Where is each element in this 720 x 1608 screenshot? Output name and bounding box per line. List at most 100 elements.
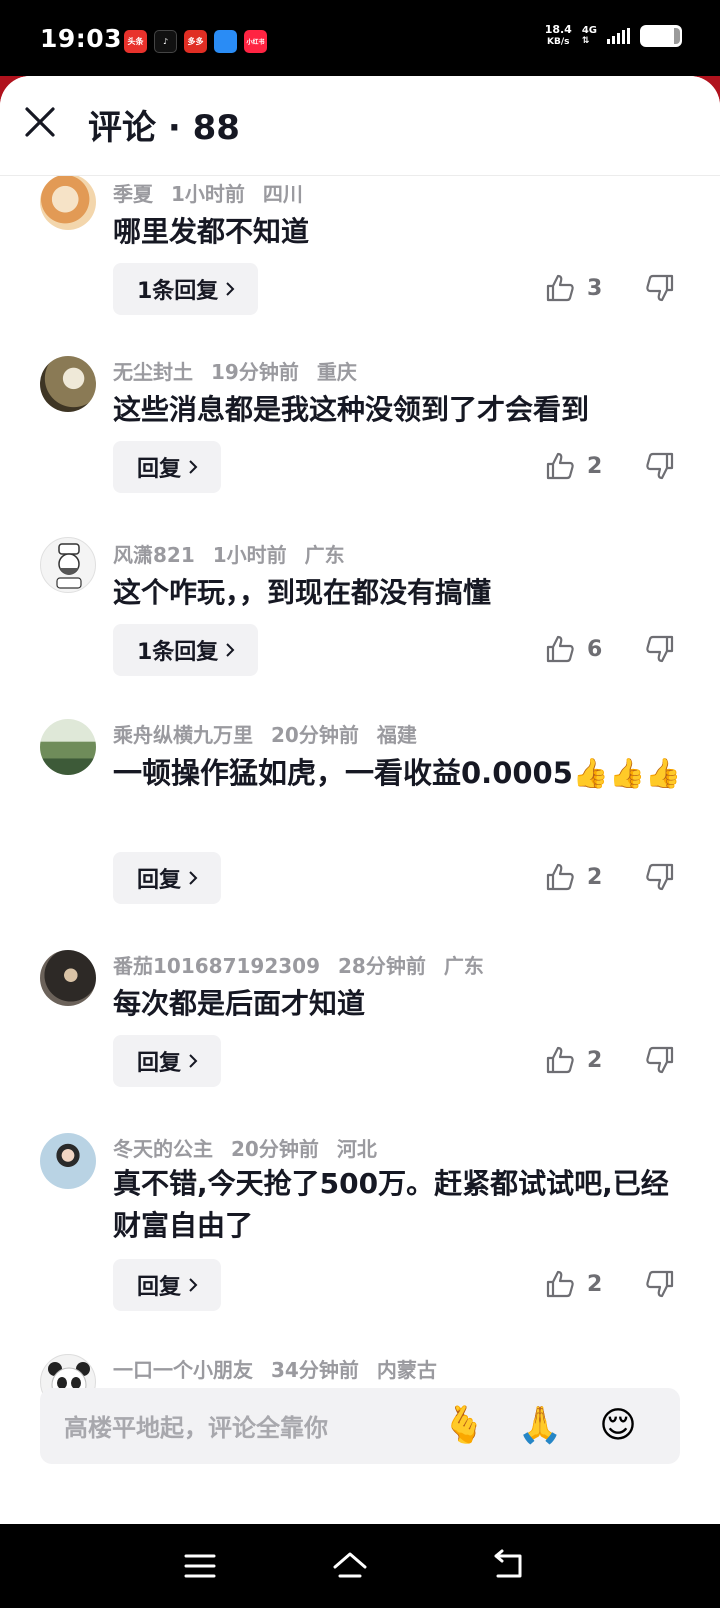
comment-time: 20分钟前 <box>271 723 359 747</box>
comment-text: 这些消息都是我这种没领到了才会看到 <box>113 393 590 426</box>
thumbs-down-icon[interactable] <box>645 634 675 664</box>
thumbs-down-icon[interactable] <box>645 1269 675 1299</box>
comment-username[interactable]: 一口一个小朋友 <box>113 1358 253 1382</box>
comment-sheet: 评论 · 88 季夏 1小时前 四川 哪里发都不知道 1条回复 3 无尘封土 19分钟… <box>0 76 720 1524</box>
avatar[interactable] <box>40 719 96 775</box>
thumbs-down-icon[interactable] <box>645 1045 675 1075</box>
avatar[interactable] <box>40 176 96 230</box>
home-icon[interactable] <box>330 1546 370 1586</box>
comment-meta: 季夏 1小时前 四川 <box>113 178 303 207</box>
reply-label: 1条回复 <box>137 640 219 665</box>
like-button[interactable]: 2 <box>545 1269 602 1299</box>
thumbs-up-icon <box>546 863 574 891</box>
reply-label: 1条回复 <box>137 279 219 304</box>
comment-time: 1小时前 <box>171 182 245 206</box>
comment-time: 19分钟前 <box>211 360 299 384</box>
comment-username[interactable]: 冬天的公主 <box>113 1137 213 1161</box>
like-count: 2 <box>587 1047 603 1073</box>
comment-location: 福建 <box>376 723 417 747</box>
comment-meta: 番茄101687192309 28分钟前 广东 <box>113 950 484 979</box>
like-count: 2 <box>587 453 603 479</box>
browser-app-icon <box>214 30 237 53</box>
thumbs-up-icon <box>546 1270 574 1298</box>
like-count: 2 <box>587 1271 603 1297</box>
pray-emoji-icon[interactable]: 🙏 <box>516 1402 564 1450</box>
comment-username[interactable]: 无尘封土 <box>113 360 193 384</box>
comment-text: 哪里发都不知道 <box>113 215 310 248</box>
comment-location: 重庆 <box>316 360 357 384</box>
network-type-label: 4G <box>581 25 597 36</box>
cartoon-chef-avatar-icon <box>56 543 82 589</box>
comment-username[interactable]: 乘舟纵横九万里 <box>113 723 253 747</box>
like-button[interactable]: 2 <box>545 862 602 892</box>
comment-count-title: 评论 · 88 <box>88 108 240 148</box>
reply-button[interactable]: 回复 <box>113 441 222 493</box>
reply-label: 回复 <box>137 1275 182 1300</box>
reply-button[interactable]: 回复 <box>113 1035 222 1087</box>
thumbs-up-icon <box>546 274 574 302</box>
comment-username[interactable]: 番茄101687192309 <box>113 954 320 978</box>
comment-time: 34分钟前 <box>271 1358 359 1382</box>
comment-time: 1小时前 <box>212 543 287 567</box>
network-speed-value: 18.4 <box>544 23 572 36</box>
comment-text: 这个咋玩，，到现在都没有搞懂 <box>113 576 492 609</box>
like-button[interactable]: 3 <box>545 273 602 303</box>
chevron-right-icon <box>189 1054 198 1068</box>
status-bar: 19:03 头条 ♪ 多多 小红书 18.4 KB/s 4G ⇅ <box>0 0 720 76</box>
comment-meta: 一口一个小朋友 34分钟前 内蒙古 <box>113 1354 437 1383</box>
comment-list[interactable]: 季夏 1小时前 四川 哪里发都不知道 1条回复 3 无尘封土 19分钟前 重庆 这些消息… <box>0 176 720 1404</box>
reply-label: 回复 <box>137 457 182 482</box>
like-button[interactable]: 6 <box>545 634 602 664</box>
comment-text: 真不错,今天抢了500万。赶紧都试试吧,已经财富自由了 <box>113 1167 669 1242</box>
avatar[interactable] <box>40 356 96 412</box>
thumbs-up-icon <box>546 635 574 663</box>
back-icon[interactable] <box>488 1546 528 1586</box>
notification-app-icons: 头条 ♪ 多多 小红书 <box>124 30 267 53</box>
avatar[interactable] <box>40 950 96 1006</box>
thumbs-down-icon[interactable] <box>645 273 675 303</box>
network-type: 4G ⇅ <box>582 25 597 47</box>
like-button[interactable]: 2 <box>545 1045 602 1075</box>
thumbs-down-icon[interactable] <box>645 451 675 481</box>
view-replies-button[interactable]: 1条回复 <box>113 624 259 676</box>
reply-label: 回复 <box>137 1051 182 1076</box>
view-replies-button[interactable]: 1条回复 <box>113 263 259 315</box>
comment-location: 四川 <box>262 182 303 206</box>
thumbs-down-icon[interactable] <box>645 862 675 892</box>
comment-time: 20分钟前 <box>231 1137 319 1161</box>
chevron-right-icon <box>189 871 198 885</box>
like-count: 3 <box>587 275 603 301</box>
comment-time: 28分钟前 <box>338 954 426 978</box>
reply-button[interactable]: 回复 <box>113 852 222 904</box>
reply-button[interactable]: 回复 <box>113 1259 222 1311</box>
chevron-right-icon <box>189 1278 198 1292</box>
comment-input[interactable]: 高楼平地起，评论全靠你 🫰 🙏 😌 <box>40 1388 680 1464</box>
menu-icon[interactable] <box>180 1546 220 1586</box>
avatar[interactable] <box>40 1133 96 1189</box>
data-arrows-icon: ⇅ <box>581 36 590 46</box>
thumbs-up-icon <box>546 452 574 480</box>
like-button[interactable]: 2 <box>545 451 602 481</box>
xiaohongshu-app-icon: 小红书 <box>244 30 267 53</box>
avatar[interactable] <box>40 537 96 593</box>
thumbs-up-icon <box>546 1046 574 1074</box>
battery-icon <box>640 25 682 47</box>
comment-meta: 风潇821 1小时前 广东 <box>113 539 345 568</box>
comment-meta: 乘舟纵横九万里 20分钟前 福建 <box>113 719 417 748</box>
status-time: 19:03 <box>40 24 123 53</box>
finger-heart-emoji-icon[interactable]: 🫰 <box>440 1402 488 1450</box>
comment-username[interactable]: 风潇821 <box>113 543 195 567</box>
comment-location: 内蒙古 <box>376 1358 437 1382</box>
comment-text: 一顿操作猛如虎，一看收益0.0005👍👍👍 <box>113 756 682 790</box>
pinduoduo-app-icon: 多多 <box>184 30 207 53</box>
comment-username[interactable]: 季夏 <box>113 182 153 206</box>
comment-location: 河北 <box>336 1137 377 1161</box>
like-count: 6 <box>587 636 603 662</box>
sheet-header: 评论 · 88 <box>0 76 720 176</box>
signal-icon <box>607 28 630 44</box>
comment-text: 每次都是后面才知道 <box>113 987 366 1020</box>
chevron-right-icon <box>226 643 235 657</box>
network-speed: 18.4 KB/s <box>545 24 572 48</box>
relieved-emoji-icon[interactable]: 😌 <box>594 1402 642 1450</box>
close-icon[interactable] <box>22 104 58 140</box>
